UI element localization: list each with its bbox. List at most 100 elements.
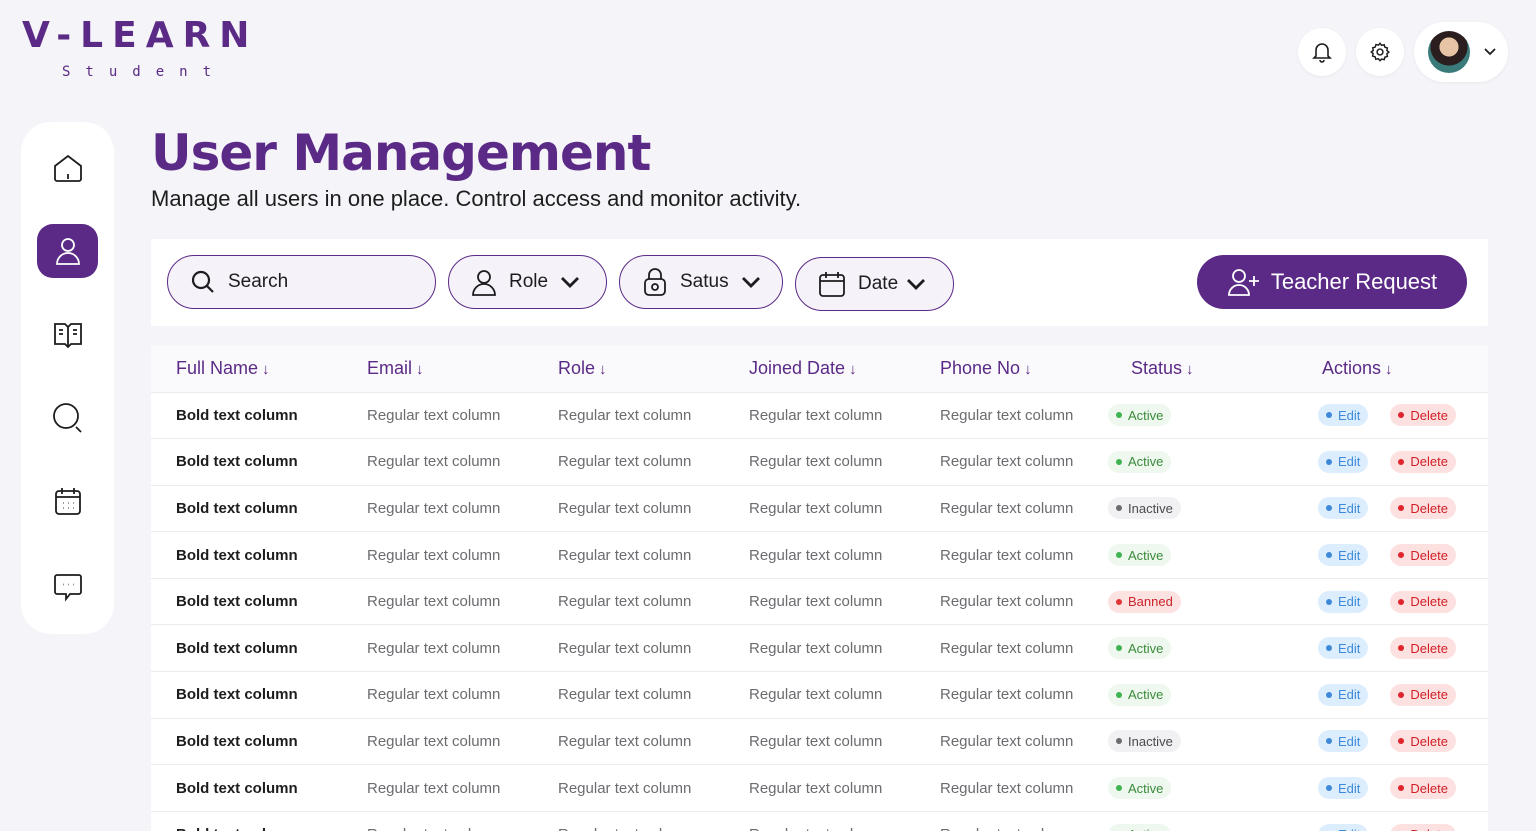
table-row[interactable]: Bold text columnRegular text columnRegul… (151, 578, 1488, 626)
table-row[interactable]: Bold text columnRegular text columnRegul… (151, 531, 1488, 579)
status-badge-label: Inactive (1128, 733, 1173, 749)
edit-button[interactable]: Edit (1318, 683, 1369, 706)
status-dot-icon (1116, 505, 1122, 512)
user-icon (472, 270, 496, 296)
column-header-label: Phone No (940, 358, 1021, 379)
table-row[interactable]: Bold text columnRegular text columnRegul… (151, 811, 1488, 831)
column-header[interactable]: Email ↓ (342, 346, 533, 393)
sidebar-item-users[interactable] (37, 224, 98, 278)
delete-dot-icon (1398, 412, 1405, 419)
cell-name: Bold text column (151, 718, 342, 766)
table-row[interactable]: Bold text columnRegular text columnRegul… (151, 624, 1488, 673)
cell-email: Regular text column (342, 485, 533, 533)
cell-phone: Regular text column (915, 485, 1106, 533)
user-add-icon (1227, 269, 1259, 296)
edit-button[interactable]: Edit (1318, 404, 1369, 427)
delete-button[interactable]: Delete (1390, 404, 1456, 427)
cell-email: Regular text column (342, 764, 533, 812)
gear-icon (1370, 42, 1391, 62)
table-row[interactable]: Bold text columnRegular text columnRegul… (151, 718, 1488, 766)
role-filter[interactable]: Role (448, 255, 607, 309)
table-row[interactable]: Bold text columnRegular text columnRegul… (151, 485, 1488, 533)
cell-role: Regular text column (533, 485, 724, 533)
column-header[interactable]: Actions ↓ (1297, 346, 1488, 393)
status-filter[interactable]: Satus (619, 255, 783, 309)
edit-dot-icon (1326, 552, 1332, 559)
teacher-request-button[interactable]: Teacher Request (1197, 255, 1467, 309)
edit-button[interactable]: Edit (1318, 730, 1369, 753)
cell-name: Bold text column (151, 438, 342, 486)
sidebar-item-search[interactable] (37, 391, 98, 445)
column-header[interactable]: Full Name ↓ (151, 346, 342, 393)
table-row[interactable]: Bold text columnRegular text columnRegul… (151, 764, 1488, 812)
edit-dot-icon (1326, 458, 1332, 465)
cell-role: Regular text column (533, 392, 724, 440)
edit-button[interactable]: Edit (1318, 497, 1369, 520)
cell-name: Bold text column (151, 764, 342, 812)
cell-joined: Regular text column (724, 718, 915, 766)
sidebar-item-messages[interactable] (37, 560, 98, 614)
cell-email: Regular text column (342, 671, 533, 719)
edit-dot-icon (1326, 505, 1332, 512)
search-icon (52, 403, 82, 433)
cell-role: Regular text column (533, 578, 724, 626)
delete-button[interactable]: Delete (1390, 590, 1456, 613)
column-header[interactable]: Status ↓ (1106, 346, 1297, 393)
delete-button[interactable]: Delete (1390, 823, 1456, 831)
sort-arrow-icon: ↓ (1024, 361, 1032, 379)
search-input[interactable]: Search (167, 255, 436, 309)
profile-menu[interactable] (1414, 22, 1508, 82)
cell-status: Banned (1106, 578, 1297, 626)
status-badge-label: Active (1128, 827, 1163, 831)
edit-button-label: Edit (1338, 454, 1361, 470)
delete-button-label: Delete (1410, 500, 1448, 516)
column-header[interactable]: Phone No ↓ (915, 346, 1106, 393)
delete-button[interactable]: Delete (1390, 730, 1456, 753)
cell-actions: Edit Delete (1297, 811, 1488, 831)
edit-button[interactable]: Edit (1318, 777, 1369, 800)
column-header-label: Email (367, 358, 413, 379)
cell-status: Active (1106, 671, 1297, 719)
delete-button[interactable]: Delete (1390, 683, 1456, 706)
cell-joined: Regular text column (724, 671, 915, 719)
status-dot-icon (1116, 458, 1122, 465)
delete-button[interactable]: Delete (1390, 637, 1456, 660)
delete-button[interactable]: Delete (1390, 777, 1456, 800)
table-row[interactable]: Bold text columnRegular text columnRegul… (151, 438, 1488, 486)
edit-button[interactable]: Edit (1318, 637, 1369, 660)
delete-button[interactable]: Delete (1390, 544, 1456, 567)
status-dot-icon (1116, 645, 1122, 652)
table-row[interactable]: Bold text columnRegular text columnRegul… (151, 671, 1488, 719)
edit-button-label: Edit (1338, 827, 1360, 831)
status-badge: Active (1108, 823, 1172, 831)
column-header[interactable]: Role ↓ (533, 346, 724, 393)
cell-email: Regular text column (342, 392, 533, 440)
delete-button-label: Delete (1410, 547, 1448, 563)
delete-button-label: Delete (1410, 687, 1448, 703)
sidebar-item-calendar[interactable] (37, 474, 98, 528)
column-header[interactable]: Joined Date ↓ (724, 346, 915, 393)
cell-joined: Regular text column (724, 811, 915, 831)
status-badge: Active (1108, 544, 1172, 567)
edit-button[interactable]: Edit (1318, 544, 1369, 567)
sidebar-item-home[interactable] (37, 141, 98, 195)
sort-arrow-icon: ↓ (849, 361, 857, 379)
edit-button[interactable]: Edit (1318, 450, 1369, 473)
cell-name: Bold text column (151, 485, 342, 533)
date-filter-label: Date (858, 273, 899, 294)
edit-button-label: Edit (1338, 594, 1361, 610)
delete-button[interactable]: Delete (1390, 497, 1456, 520)
delete-button[interactable]: Delete (1390, 450, 1456, 473)
cell-status: Active (1106, 392, 1297, 440)
table-row[interactable]: Bold text columnRegular text columnRegul… (151, 392, 1488, 440)
edit-button[interactable]: Edit (1318, 590, 1369, 613)
settings-button[interactable] (1356, 28, 1404, 76)
notifications-button[interactable] (1298, 28, 1346, 76)
avatar (1428, 31, 1470, 73)
cell-joined: Regular text column (724, 392, 915, 440)
date-filter[interactable]: Date (795, 257, 954, 311)
user-icon (55, 238, 80, 265)
cell-status: Active (1106, 624, 1297, 673)
edit-button[interactable]: Edit (1318, 823, 1369, 831)
sidebar-item-courses[interactable] (37, 307, 98, 361)
